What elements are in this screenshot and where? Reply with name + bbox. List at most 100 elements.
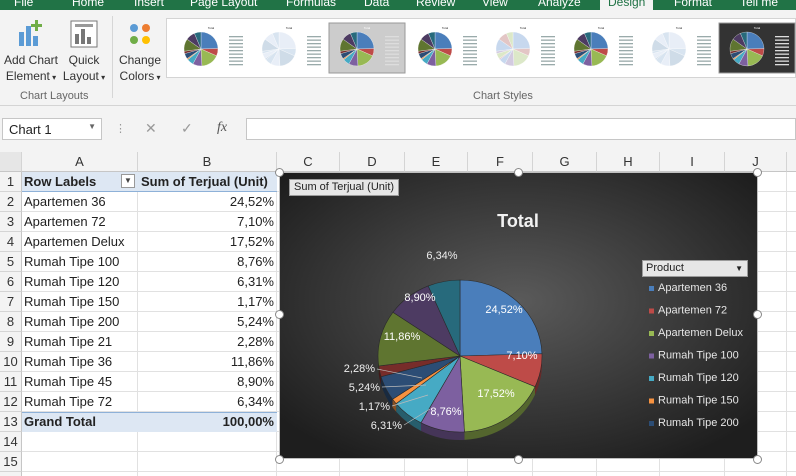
column-header-b[interactable]: B — [138, 152, 277, 172]
chart-title[interactable]: Total — [497, 211, 539, 231]
chevron-down-icon[interactable]: ▼ — [88, 122, 96, 131]
row-header-4[interactable]: 4 — [0, 232, 22, 252]
chart-style-thumbnail[interactable]: Total — [327, 22, 407, 74]
row-label-cell[interactable]: Rumah Tipe 72 — [24, 392, 112, 412]
row-label-cell[interactable]: Rumah Tipe 120 — [24, 272, 119, 292]
formula-input[interactable] — [246, 118, 796, 140]
quick-layout-button[interactable]: Quick Layout ▾ — [60, 18, 108, 86]
legend-entry[interactable]: Rumah Tipe 120 — [658, 372, 739, 384]
resize-handle[interactable] — [753, 455, 762, 464]
tab-design[interactable]: Design — [600, 0, 654, 10]
chart-style-thumbnail[interactable]: Total — [717, 22, 796, 74]
row-label-cell[interactable]: Apartemen 72 — [24, 212, 106, 232]
data-label[interactable]: 8,76% — [430, 406, 461, 418]
tab-view[interactable]: View — [482, 0, 508, 9]
row-header-3[interactable]: 3 — [0, 212, 22, 232]
tab-file[interactable]: File — [14, 0, 33, 9]
row-value-cell[interactable]: 17,52% — [140, 232, 274, 252]
pivot-chart[interactable]: Total 24,52% 7,10% 17,52% 8,76% 6,31% 1,17% 5,2… — [279, 172, 758, 459]
column-header-e[interactable]: E — [405, 152, 468, 172]
row-header-10[interactable]: 10 — [0, 352, 22, 372]
resize-handle[interactable] — [753, 168, 762, 177]
chart-style-thumbnail[interactable]: Total — [483, 22, 563, 74]
data-label[interactable]: 8,90% — [404, 292, 435, 304]
row-label-cell[interactable]: Rumah Tipe 100 — [24, 252, 119, 272]
row-value-cell[interactable]: 6,31% — [140, 272, 274, 292]
chart-style-thumbnail[interactable]: Total — [639, 22, 719, 74]
data-label[interactable]: 17,52% — [477, 388, 515, 400]
row-value-cell[interactable]: 2,28% — [140, 332, 274, 352]
chart-styles-gallery[interactable]: Total Total Total Total Total Total Total Total — [166, 18, 796, 78]
column-header-partial[interactable] — [787, 152, 796, 172]
resize-handle[interactable] — [275, 455, 284, 464]
tab-formulas[interactable]: Formulas — [286, 0, 336, 9]
chart-style-thumbnail[interactable]: Total — [561, 22, 641, 74]
row-value-cell[interactable]: 8,76% — [140, 252, 274, 272]
row-header-14[interactable]: 14 — [0, 432, 22, 452]
legend-entry[interactable]: Apartemen 72 — [658, 305, 727, 317]
enter-icon[interactable]: ✓ — [181, 120, 193, 137]
row-label-cell[interactable]: Rumah Tipe 21 — [24, 332, 112, 352]
add-chart-element-button[interactable]: Add Chart Element ▾ — [2, 18, 60, 86]
cancel-icon[interactable]: ✕ — [145, 120, 157, 137]
resize-handle[interactable] — [514, 455, 523, 464]
data-label[interactable]: 11,86% — [384, 331, 421, 343]
row-header-5[interactable]: 5 — [0, 252, 22, 272]
resize-handle[interactable] — [275, 168, 284, 177]
legend-entry[interactable]: Rumah Tipe 200 — [658, 417, 739, 429]
tab-insert[interactable]: Insert — [134, 0, 164, 9]
tab-page-layout[interactable]: Page Layout — [190, 0, 257, 9]
column-header-c[interactable]: C — [277, 152, 340, 172]
chart-style-thumbnail[interactable]: Total — [171, 22, 251, 74]
tab-home[interactable]: Home — [72, 0, 104, 9]
row-header-2[interactable]: 2 — [0, 192, 22, 212]
value-header[interactable]: Sum of Terjual (Unit) — [141, 172, 268, 192]
row-label-cell[interactable]: Rumah Tipe 36 — [24, 352, 112, 372]
grand-total-label[interactable]: Grand Total — [24, 412, 96, 432]
legend-entry[interactable]: Apartemen 36 — [658, 282, 727, 294]
column-header-d[interactable]: D — [340, 152, 405, 172]
row-header-7[interactable]: 7 — [0, 292, 22, 312]
column-header-i[interactable]: I — [660, 152, 725, 172]
column-header-g[interactable]: G — [533, 152, 597, 172]
row-value-cell[interactable]: 8,90% — [140, 372, 274, 392]
row-value-cell[interactable]: 11,86% — [140, 352, 274, 372]
row-label-cell[interactable]: Rumah Tipe 45 — [24, 372, 112, 392]
data-label[interactable]: 6,31% — [371, 420, 402, 432]
data-label[interactable]: 6,34% — [426, 250, 457, 262]
row-label-cell[interactable]: Rumah Tipe 200 — [24, 312, 119, 332]
row-header-15[interactable]: 15 — [0, 452, 22, 472]
row-header-11[interactable]: 11 — [0, 372, 22, 392]
filter-dropdown-icon[interactable]: ▼ — [121, 174, 135, 188]
resize-handle[interactable] — [275, 310, 284, 319]
legend-entry[interactable]: Rumah Tipe 100 — [658, 350, 739, 362]
chart-field-button[interactable]: Sum of Terjual (Unit) — [289, 179, 400, 196]
row-value-cell[interactable]: 24,52% — [140, 192, 274, 212]
data-label[interactable]: 2,28% — [344, 363, 375, 375]
tab-data[interactable]: Data — [364, 0, 389, 9]
chart-style-thumbnail[interactable]: Total — [249, 22, 329, 74]
row-value-cell[interactable]: 1,17% — [140, 292, 274, 312]
resize-handle[interactable] — [514, 168, 523, 177]
row-label-cell[interactable]: Rumah Tipe 150 — [24, 292, 119, 312]
row-labels-header[interactable]: Row Labels — [24, 172, 96, 192]
row-value-cell[interactable]: 6,34% — [140, 392, 274, 412]
row-header-9[interactable]: 9 — [0, 332, 22, 352]
chevron-down-icon[interactable]: ▼ — [735, 261, 743, 276]
row-value-cell[interactable]: 7,10% — [140, 212, 274, 232]
row-label-cell[interactable]: Apartemen Delux — [24, 232, 124, 252]
row-label-cell[interactable]: Apartemen 36 — [24, 192, 106, 212]
data-label[interactable]: 24,52% — [485, 304, 523, 316]
select-all-corner[interactable] — [0, 152, 22, 172]
legend-entry[interactable]: Rumah Tipe 150 — [658, 395, 739, 407]
row-header-1[interactable]: 1 — [0, 172, 22, 192]
tab-tell-me[interactable]: Tell me — [740, 0, 778, 9]
grand-total-value[interactable]: 100,00% — [140, 412, 274, 432]
change-colors-button[interactable]: Change Colors ▾ — [114, 18, 166, 86]
data-label[interactable]: 5,24% — [349, 382, 380, 394]
tab-analyze[interactable]: Analyze — [538, 0, 581, 9]
row-header-12[interactable]: 12 — [0, 392, 22, 412]
row-header-8[interactable]: 8 — [0, 312, 22, 332]
resize-handle[interactable] — [753, 310, 762, 319]
legend-entry[interactable]: Apartemen Delux — [658, 327, 743, 339]
